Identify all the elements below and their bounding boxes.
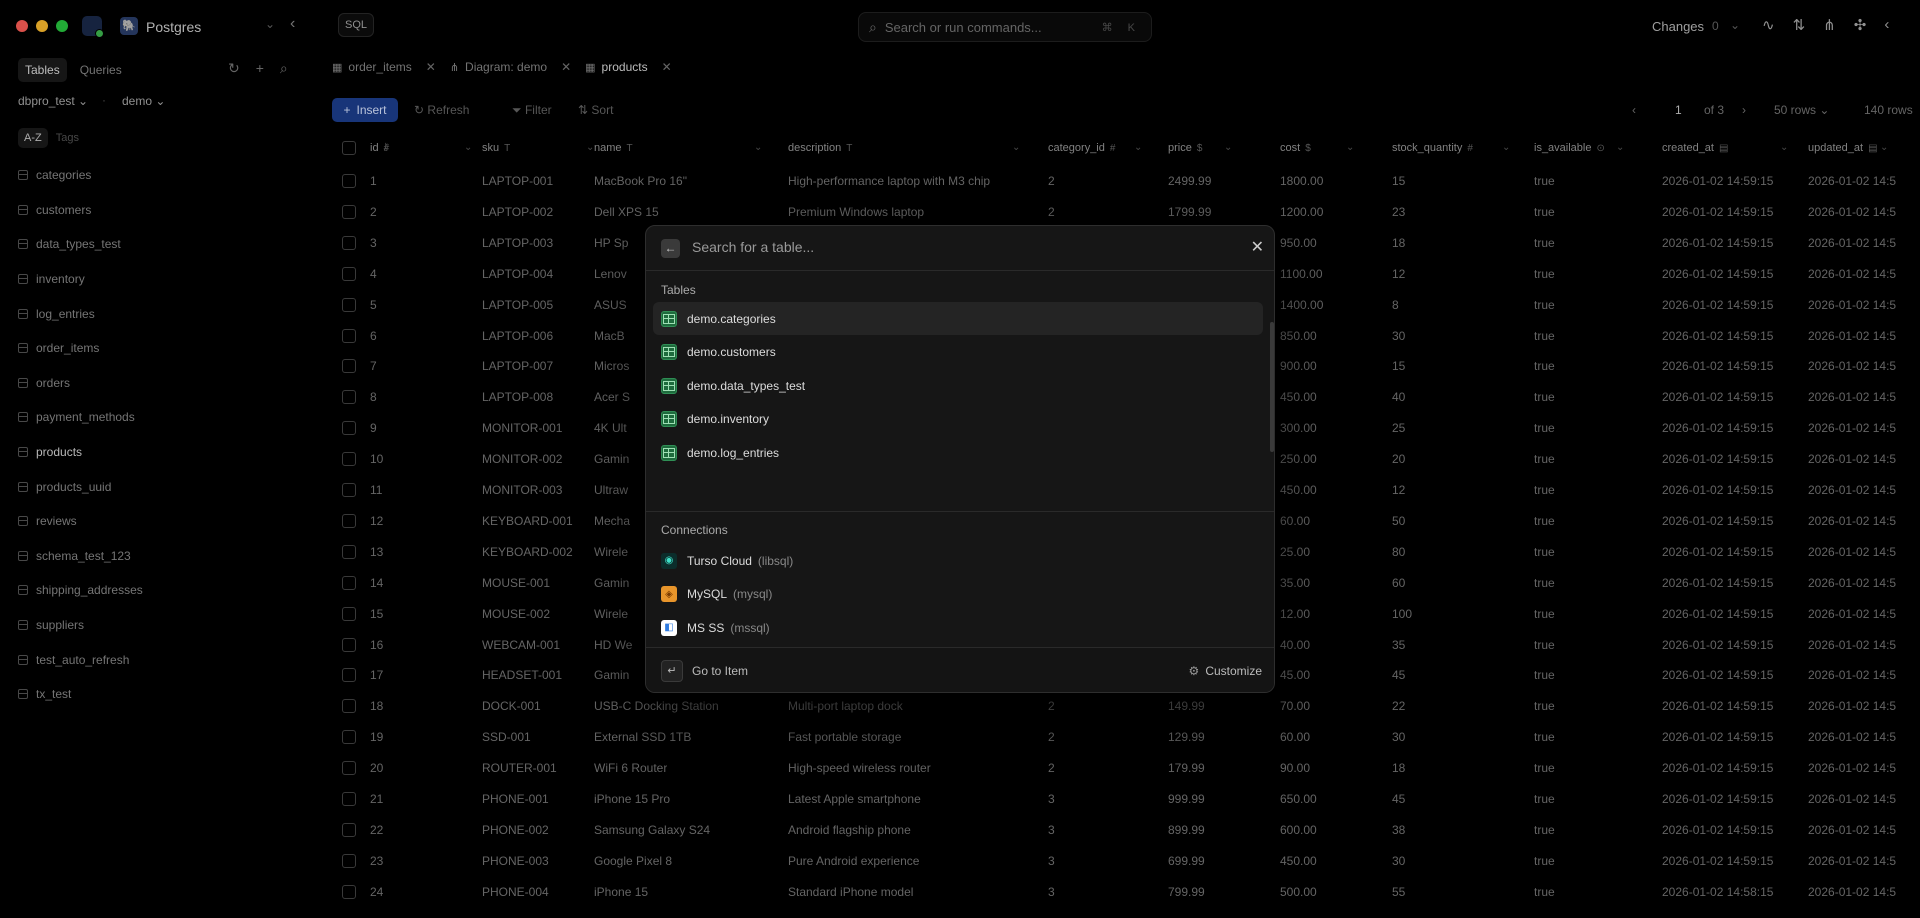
table-search-palette: ← Search for a table... ✕ Tables Connect…	[645, 225, 1275, 693]
palette-results: Tables Connections demo.categories demo.c…	[646, 272, 1274, 646]
mssql-icon: ◧	[661, 619, 677, 636]
palette-footer: ↵ Go to Item ⚙ Customize	[646, 647, 1274, 692]
palette-table-item[interactable]: demo.data_types_test	[653, 369, 1263, 402]
table-icon	[661, 377, 677, 394]
go-to-item-label: Go to Item	[692, 664, 749, 678]
customize-button[interactable]: ⚙ Customize	[1189, 664, 1262, 678]
connection-name: Turso Cloud	[687, 553, 752, 568]
section-tables-heading: Tables	[661, 283, 696, 297]
palette-table-item[interactable]: demo.categories	[653, 302, 1263, 335]
palette-connection-item[interactable]: ◧ MS SS (mssql)	[653, 611, 1263, 644]
palette-item-label: demo.data_types_test	[687, 378, 806, 393]
palette-connection-item[interactable]: ◉ Turso Cloud (libsql)	[653, 544, 1263, 577]
palette-connection-item[interactable]: ◈ MySQL (mysql)	[653, 578, 1263, 611]
back-arrow-icon[interactable]: ←	[661, 239, 680, 258]
palette-table-item[interactable]: demo.customers	[653, 336, 1263, 369]
palette-table-item[interactable]: demo.log_entries	[653, 436, 1263, 469]
table-icon	[661, 344, 677, 361]
connection-type: (libsql)	[757, 553, 794, 568]
enter-key-icon: ↵	[661, 660, 683, 682]
table-icon	[661, 310, 677, 327]
palette-item-label: demo.log_entries	[687, 445, 780, 460]
connection-type: (mysql)	[733, 587, 773, 602]
palette-item-label: demo.categories	[687, 311, 776, 326]
connection-name: MS SS	[687, 620, 725, 635]
mysql-icon: ◈	[661, 586, 677, 603]
turso-icon: ◉	[661, 552, 677, 569]
palette-item-label: demo.inventory	[687, 412, 770, 427]
table-icon	[661, 411, 677, 428]
scrollbar[interactable]	[1270, 322, 1274, 452]
palette-connection-item[interactable]: 🐘Postgres(postgresql)	[653, 645, 1263, 646]
close-icon[interactable]: ✕	[1251, 237, 1264, 257]
section-connections-heading: Connections	[661, 523, 728, 537]
gear-icon: ⚙	[1188, 664, 1200, 678]
customize-label: Customize	[1205, 664, 1262, 678]
palette-search-bar: ← Search for a table... ✕	[646, 226, 1274, 271]
palette-search-input[interactable]: Search for a table...	[692, 239, 814, 255]
table-icon	[661, 444, 677, 461]
connection-type: (mssql)	[730, 620, 770, 635]
divider	[646, 511, 1274, 512]
palette-item-label: demo.customers	[687, 345, 776, 360]
connection-name: MySQL	[687, 587, 728, 602]
palette-table-item[interactable]: demo.inventory	[653, 403, 1263, 436]
